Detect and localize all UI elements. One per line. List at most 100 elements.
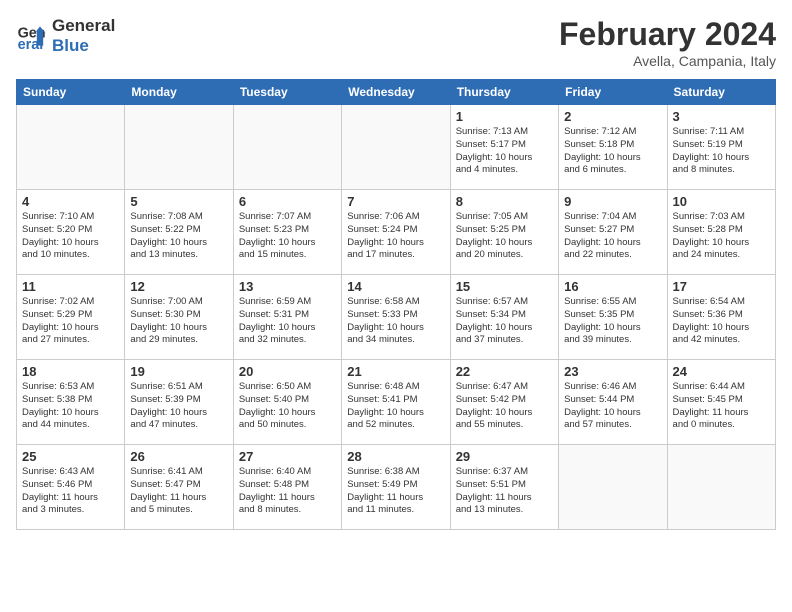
day-number: 10 — [673, 194, 770, 209]
title-block: February 2024 Avella, Campania, Italy — [559, 16, 776, 69]
day-info: Sunrise: 6:55 AM Sunset: 5:35 PM Dayligh… — [564, 296, 661, 347]
week-row-2: 11Sunrise: 7:02 AM Sunset: 5:29 PM Dayli… — [17, 275, 776, 360]
day-info: Sunrise: 7:13 AM Sunset: 5:17 PM Dayligh… — [456, 126, 553, 177]
day-number: 26 — [130, 449, 227, 464]
day-header-saturday: Saturday — [667, 80, 775, 105]
page-header: Gen eral General Blue February 2024 Avel… — [16, 16, 776, 69]
logo: Gen eral General Blue — [16, 16, 115, 57]
calendar-cell: 16 Sunrise: 6:55 AM Sunset: 5:35 PM Dayli… — [559, 275, 667, 360]
day-info: Sunrise: 6:40 AM Sunset: 5:48 PM Dayligh… — [239, 466, 336, 517]
calendar-cell: 26 Sunrise: 6:41 AM Sunset: 5:47 PM Dayli… — [125, 445, 233, 530]
day-number: 21 — [347, 364, 444, 379]
logo-line2: Blue — [52, 36, 115, 56]
day-number: 17 — [673, 279, 770, 294]
day-info: Sunrise: 6:48 AM Sunset: 5:41 PM Dayligh… — [347, 381, 444, 432]
week-row-3: 18Sunrise: 6:53 AM Sunset: 5:38 PM Dayli… — [17, 360, 776, 445]
day-number: 27 — [239, 449, 336, 464]
calendar-cell: 11Sunrise: 7:02 AM Sunset: 5:29 PM Dayli… — [17, 275, 125, 360]
calendar-cell: 22 Sunrise: 6:47 AM Sunset: 5:42 PM Dayli… — [450, 360, 558, 445]
day-info: Sunrise: 7:03 AM Sunset: 5:28 PM Dayligh… — [673, 211, 770, 262]
calendar-cell: 4Sunrise: 7:10 AM Sunset: 5:20 PM Daylig… — [17, 190, 125, 275]
calendar-cell: 29 Sunrise: 6:37 AM Sunset: 5:51 PM Dayli… — [450, 445, 558, 530]
day-number: 13 — [239, 279, 336, 294]
day-info: Sunrise: 7:07 AM Sunset: 5:23 PM Dayligh… — [239, 211, 336, 262]
week-row-4: 25 Sunrise: 6:43 AM Sunset: 5:46 PM Dayli… — [17, 445, 776, 530]
day-number: 16 — [564, 279, 661, 294]
day-info: Sunrise: 6:50 AM Sunset: 5:40 PM Dayligh… — [239, 381, 336, 432]
day-number: 18 — [22, 364, 119, 379]
day-number: 8 — [456, 194, 553, 209]
calendar-cell: 18Sunrise: 6:53 AM Sunset: 5:38 PM Dayli… — [17, 360, 125, 445]
day-info: Sunrise: 6:54 AM Sunset: 5:36 PM Dayligh… — [673, 296, 770, 347]
day-info: Sunrise: 7:12 AM Sunset: 5:18 PM Dayligh… — [564, 126, 661, 177]
calendar-cell: 20 Sunrise: 6:50 AM Sunset: 5:40 PM Dayli… — [233, 360, 341, 445]
day-number: 22 — [456, 364, 553, 379]
day-number: 3 — [673, 109, 770, 124]
day-info: Sunrise: 6:37 AM Sunset: 5:51 PM Dayligh… — [456, 466, 553, 517]
day-number: 25 — [22, 449, 119, 464]
day-info: Sunrise: 6:59 AM Sunset: 5:31 PM Dayligh… — [239, 296, 336, 347]
calendar-cell: 21 Sunrise: 6:48 AM Sunset: 5:41 PM Dayli… — [342, 360, 450, 445]
logo-icon: Gen eral — [16, 20, 48, 52]
calendar-table: SundayMondayTuesdayWednesdayThursdayFrid… — [16, 79, 776, 530]
day-number: 11 — [22, 279, 119, 294]
week-row-1: 4Sunrise: 7:10 AM Sunset: 5:20 PM Daylig… — [17, 190, 776, 275]
calendar-cell — [17, 105, 125, 190]
calendar-cell: 10 Sunrise: 7:03 AM Sunset: 5:28 PM Dayli… — [667, 190, 775, 275]
calendar-subtitle: Avella, Campania, Italy — [559, 53, 776, 69]
calendar-cell: 24Sunrise: 6:44 AM Sunset: 5:45 PM Dayli… — [667, 360, 775, 445]
calendar-cell: 27 Sunrise: 6:40 AM Sunset: 5:48 PM Dayli… — [233, 445, 341, 530]
calendar-cell: 14 Sunrise: 6:58 AM Sunset: 5:33 PM Dayli… — [342, 275, 450, 360]
calendar-cell: 5Sunrise: 7:08 AM Sunset: 5:22 PM Daylig… — [125, 190, 233, 275]
day-info: Sunrise: 7:04 AM Sunset: 5:27 PM Dayligh… — [564, 211, 661, 262]
calendar-cell — [667, 445, 775, 530]
calendar-cell: 9 Sunrise: 7:04 AM Sunset: 5:27 PM Daylig… — [559, 190, 667, 275]
day-info: Sunrise: 6:47 AM Sunset: 5:42 PM Dayligh… — [456, 381, 553, 432]
day-number: 2 — [564, 109, 661, 124]
day-info: Sunrise: 6:41 AM Sunset: 5:47 PM Dayligh… — [130, 466, 227, 517]
calendar-cell: 17 Sunrise: 6:54 AM Sunset: 5:36 PM Dayli… — [667, 275, 775, 360]
day-number: 20 — [239, 364, 336, 379]
calendar-cell: 13 Sunrise: 6:59 AM Sunset: 5:31 PM Dayli… — [233, 275, 341, 360]
calendar-cell: 1 Sunrise: 7:13 AM Sunset: 5:17 PM Daylig… — [450, 105, 558, 190]
day-info: Sunrise: 7:10 AM Sunset: 5:20 PM Dayligh… — [22, 211, 119, 262]
day-number: 19 — [130, 364, 227, 379]
day-info: Sunrise: 6:51 AM Sunset: 5:39 PM Dayligh… — [130, 381, 227, 432]
day-header-sunday: Sunday — [17, 80, 125, 105]
day-info: Sunrise: 6:46 AM Sunset: 5:44 PM Dayligh… — [564, 381, 661, 432]
day-header-thursday: Thursday — [450, 80, 558, 105]
calendar-cell: 3Sunrise: 7:11 AM Sunset: 5:19 PM Daylig… — [667, 105, 775, 190]
day-header-wednesday: Wednesday — [342, 80, 450, 105]
day-info: Sunrise: 7:05 AM Sunset: 5:25 PM Dayligh… — [456, 211, 553, 262]
logo-line1: General — [52, 16, 115, 36]
day-number: 28 — [347, 449, 444, 464]
calendar-cell: 19 Sunrise: 6:51 AM Sunset: 5:39 PM Dayli… — [125, 360, 233, 445]
day-info: Sunrise: 7:00 AM Sunset: 5:30 PM Dayligh… — [130, 296, 227, 347]
day-header-monday: Monday — [125, 80, 233, 105]
calendar-cell — [233, 105, 341, 190]
day-info: Sunrise: 6:38 AM Sunset: 5:49 PM Dayligh… — [347, 466, 444, 517]
day-number: 9 — [564, 194, 661, 209]
day-number: 14 — [347, 279, 444, 294]
day-info: Sunrise: 6:58 AM Sunset: 5:33 PM Dayligh… — [347, 296, 444, 347]
calendar-cell: 25 Sunrise: 6:43 AM Sunset: 5:46 PM Dayli… — [17, 445, 125, 530]
day-header-friday: Friday — [559, 80, 667, 105]
calendar-cell: 8 Sunrise: 7:05 AM Sunset: 5:25 PM Daylig… — [450, 190, 558, 275]
calendar-cell: 23 Sunrise: 6:46 AM Sunset: 5:44 PM Dayli… — [559, 360, 667, 445]
calendar-cell: 2 Sunrise: 7:12 AM Sunset: 5:18 PM Daylig… — [559, 105, 667, 190]
header-row: SundayMondayTuesdayWednesdayThursdayFrid… — [17, 80, 776, 105]
calendar-cell: 15Sunrise: 6:57 AM Sunset: 5:34 PM Dayli… — [450, 275, 558, 360]
calendar-cell: 12 Sunrise: 7:00 AM Sunset: 5:30 PM Dayli… — [125, 275, 233, 360]
day-number: 23 — [564, 364, 661, 379]
day-info: Sunrise: 6:43 AM Sunset: 5:46 PM Dayligh… — [22, 466, 119, 517]
day-number: 6 — [239, 194, 336, 209]
day-number: 24 — [673, 364, 770, 379]
calendar-cell — [125, 105, 233, 190]
day-info: Sunrise: 6:57 AM Sunset: 5:34 PM Dayligh… — [456, 296, 553, 347]
calendar-cell: 7Sunrise: 7:06 AM Sunset: 5:24 PM Daylig… — [342, 190, 450, 275]
day-number: 29 — [456, 449, 553, 464]
week-row-0: 1 Sunrise: 7:13 AM Sunset: 5:17 PM Daylig… — [17, 105, 776, 190]
calendar-cell — [342, 105, 450, 190]
day-number: 1 — [456, 109, 553, 124]
day-number: 12 — [130, 279, 227, 294]
